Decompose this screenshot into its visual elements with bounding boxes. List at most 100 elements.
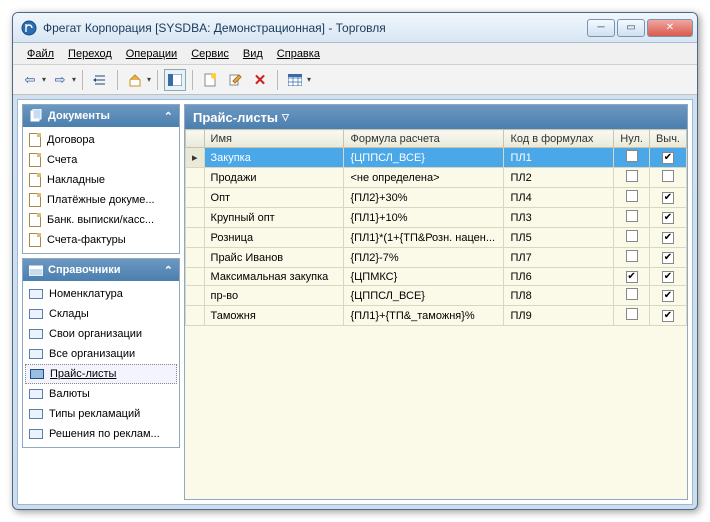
checkbox[interactable] <box>626 210 638 222</box>
sidebar-ref-item[interactable]: Все организации <box>25 344 177 364</box>
table-row[interactable]: Продажи<не определена>ПЛ2 <box>186 168 687 188</box>
cell-nul[interactable]: ✔ <box>614 268 650 286</box>
cell-code[interactable]: ПЛ8 <box>504 286 614 306</box>
cell-calc[interactable]: ✔ <box>649 306 686 326</box>
edit-button[interactable] <box>224 69 246 91</box>
checkbox[interactable] <box>626 150 638 162</box>
cell-name[interactable]: Опт <box>204 188 344 208</box>
cell-calc[interactable] <box>649 168 686 188</box>
col-code[interactable]: Код в формулах <box>504 130 614 148</box>
sidebar-ref-item[interactable]: Свои организации <box>25 324 177 344</box>
checkbox[interactable] <box>626 288 638 300</box>
menu-view[interactable]: Вид <box>237 46 269 62</box>
cell-code[interactable]: ПЛ3 <box>504 208 614 228</box>
checkbox[interactable]: ✔ <box>662 232 674 244</box>
cell-code[interactable]: ПЛ2 <box>504 168 614 188</box>
cell-name[interactable]: Крупный опт <box>204 208 344 228</box>
col-calc[interactable]: Выч. <box>649 130 686 148</box>
table-row[interactable]: ▸Закупка{ЦППСЛ_ВСЕ}ПЛ1✔ <box>186 148 687 168</box>
checkbox[interactable]: ✔ <box>662 271 674 283</box>
grid[interactable]: Имя Формула расчета Код в формулах Нул. … <box>185 129 687 499</box>
checkbox[interactable]: ✔ <box>662 290 674 302</box>
sidebar-ref-item[interactable]: Прайс-листы <box>25 364 177 384</box>
checkbox[interactable] <box>626 190 638 202</box>
col-name[interactable]: Имя <box>204 130 344 148</box>
cell-nul[interactable] <box>614 306 650 326</box>
cell-nul[interactable] <box>614 208 650 228</box>
cell-name[interactable]: Максимальная закупка <box>204 268 344 286</box>
menu-ops[interactable]: Операции <box>120 46 183 62</box>
checkbox[interactable] <box>626 170 638 182</box>
cell-calc[interactable]: ✔ <box>649 228 686 248</box>
sidebar-doc-item[interactable]: Счета <box>25 150 177 170</box>
back-button[interactable]: ⇦ <box>19 69 41 91</box>
checkbox[interactable]: ✔ <box>662 152 674 164</box>
sidebar-doc-item[interactable]: Накладные <box>25 170 177 190</box>
sidebar-ref-item[interactable]: Склады <box>25 304 177 324</box>
sidebar-ref-item[interactable]: Решения по реклам... <box>25 424 177 444</box>
titlebar[interactable]: Фрегат Корпорация [SYSDBA: Демонстрацион… <box>13 13 697 43</box>
table-row[interactable]: Таможня{ПЛ1}+{ТП&_таможня}%ПЛ9✔ <box>186 306 687 326</box>
panel-documents-header[interactable]: Документы ⌃ <box>23 105 179 127</box>
sidebar-doc-item[interactable]: Банк. выписки/касс... <box>25 210 177 230</box>
cell-formula[interactable]: {ПЛ2}+30% <box>344 188 504 208</box>
cell-nul[interactable] <box>614 168 650 188</box>
maximize-button[interactable]: ▭ <box>617 19 645 37</box>
cell-calc[interactable]: ✔ <box>649 286 686 306</box>
grid-button[interactable] <box>284 69 306 91</box>
table-row[interactable]: Прайс Иванов{ПЛ2}-7%ПЛ7✔ <box>186 248 687 268</box>
dropdown-icon[interactable]: ▽ <box>282 112 289 123</box>
cell-formula[interactable]: {ПЛ1}+{ТП&_таможня}% <box>344 306 504 326</box>
table-row[interactable]: пр-во{ЦППСЛ_ВСЕ}ПЛ8 ✔ <box>186 286 687 306</box>
cell-nul[interactable] <box>614 148 650 168</box>
menu-service[interactable]: Сервис <box>185 46 235 62</box>
checkbox[interactable]: ✔ <box>662 192 674 204</box>
menu-help[interactable]: Справка <box>271 46 326 62</box>
checkbox[interactable] <box>626 250 638 262</box>
col-nul[interactable]: Нул. <box>614 130 650 148</box>
indent-button[interactable] <box>89 69 111 91</box>
menu-file[interactable]: Файл <box>21 46 60 62</box>
cell-formula[interactable]: <не определена> <box>344 168 504 188</box>
cell-code[interactable]: ПЛ1 <box>504 148 614 168</box>
cell-name[interactable]: Розница <box>204 228 344 248</box>
panel-references-header[interactable]: Справочники ⌃ <box>23 259 179 281</box>
cell-calc[interactable]: ✔ <box>649 188 686 208</box>
cell-name[interactable]: пр-во <box>204 286 344 306</box>
cell-formula[interactable]: {ПЛ1}+10% <box>344 208 504 228</box>
checkbox[interactable] <box>626 230 638 242</box>
cell-formula[interactable]: {ЦПМКС} <box>344 268 504 286</box>
collapse-icon[interactable]: ⌃ <box>164 264 173 277</box>
cell-nul[interactable] <box>614 286 650 306</box>
col-formula[interactable]: Формула расчета <box>344 130 504 148</box>
collapse-icon[interactable]: ⌃ <box>164 110 173 123</box>
checkbox[interactable]: ✔ <box>662 252 674 264</box>
forward-drop-icon[interactable]: ▾ <box>72 75 76 84</box>
cell-calc[interactable]: ✔ <box>649 248 686 268</box>
cell-name[interactable]: Продажи <box>204 168 344 188</box>
home-button[interactable] <box>124 69 146 91</box>
content-header[interactable]: Прайс-листы ▽ <box>185 105 687 129</box>
new-doc-button[interactable] <box>199 69 221 91</box>
checkbox[interactable]: ✔ <box>626 271 638 283</box>
sidebar-ref-item[interactable]: Номенклатура <box>25 284 177 304</box>
checkbox[interactable] <box>626 308 638 320</box>
back-drop-icon[interactable]: ▾ <box>42 75 46 84</box>
cell-code[interactable]: ПЛ5 <box>504 228 614 248</box>
sidebar-ref-item[interactable]: Валюты <box>25 384 177 404</box>
cell-formula[interactable]: {ЦППСЛ_ВСЕ} <box>344 286 504 306</box>
cell-code[interactable]: ПЛ9 <box>504 306 614 326</box>
table-row[interactable]: Опт{ПЛ2}+30%ПЛ4✔ <box>186 188 687 208</box>
panel-toggle-button[interactable] <box>164 69 186 91</box>
cell-calc[interactable]: ✔ <box>649 148 686 168</box>
checkbox[interactable]: ✔ <box>662 310 674 322</box>
cell-name[interactable]: Закупка <box>204 148 344 168</box>
menu-goto[interactable]: Переход <box>62 46 118 62</box>
cell-nul[interactable] <box>614 228 650 248</box>
col-rowhead[interactable] <box>186 130 205 148</box>
cell-calc[interactable]: ✔ <box>649 208 686 228</box>
cell-code[interactable]: ПЛ6 <box>504 268 614 286</box>
sidebar-doc-item[interactable]: Счета-фактуры <box>25 230 177 250</box>
sidebar-doc-item[interactable]: Договора <box>25 130 177 150</box>
checkbox[interactable]: ✔ <box>662 212 674 224</box>
